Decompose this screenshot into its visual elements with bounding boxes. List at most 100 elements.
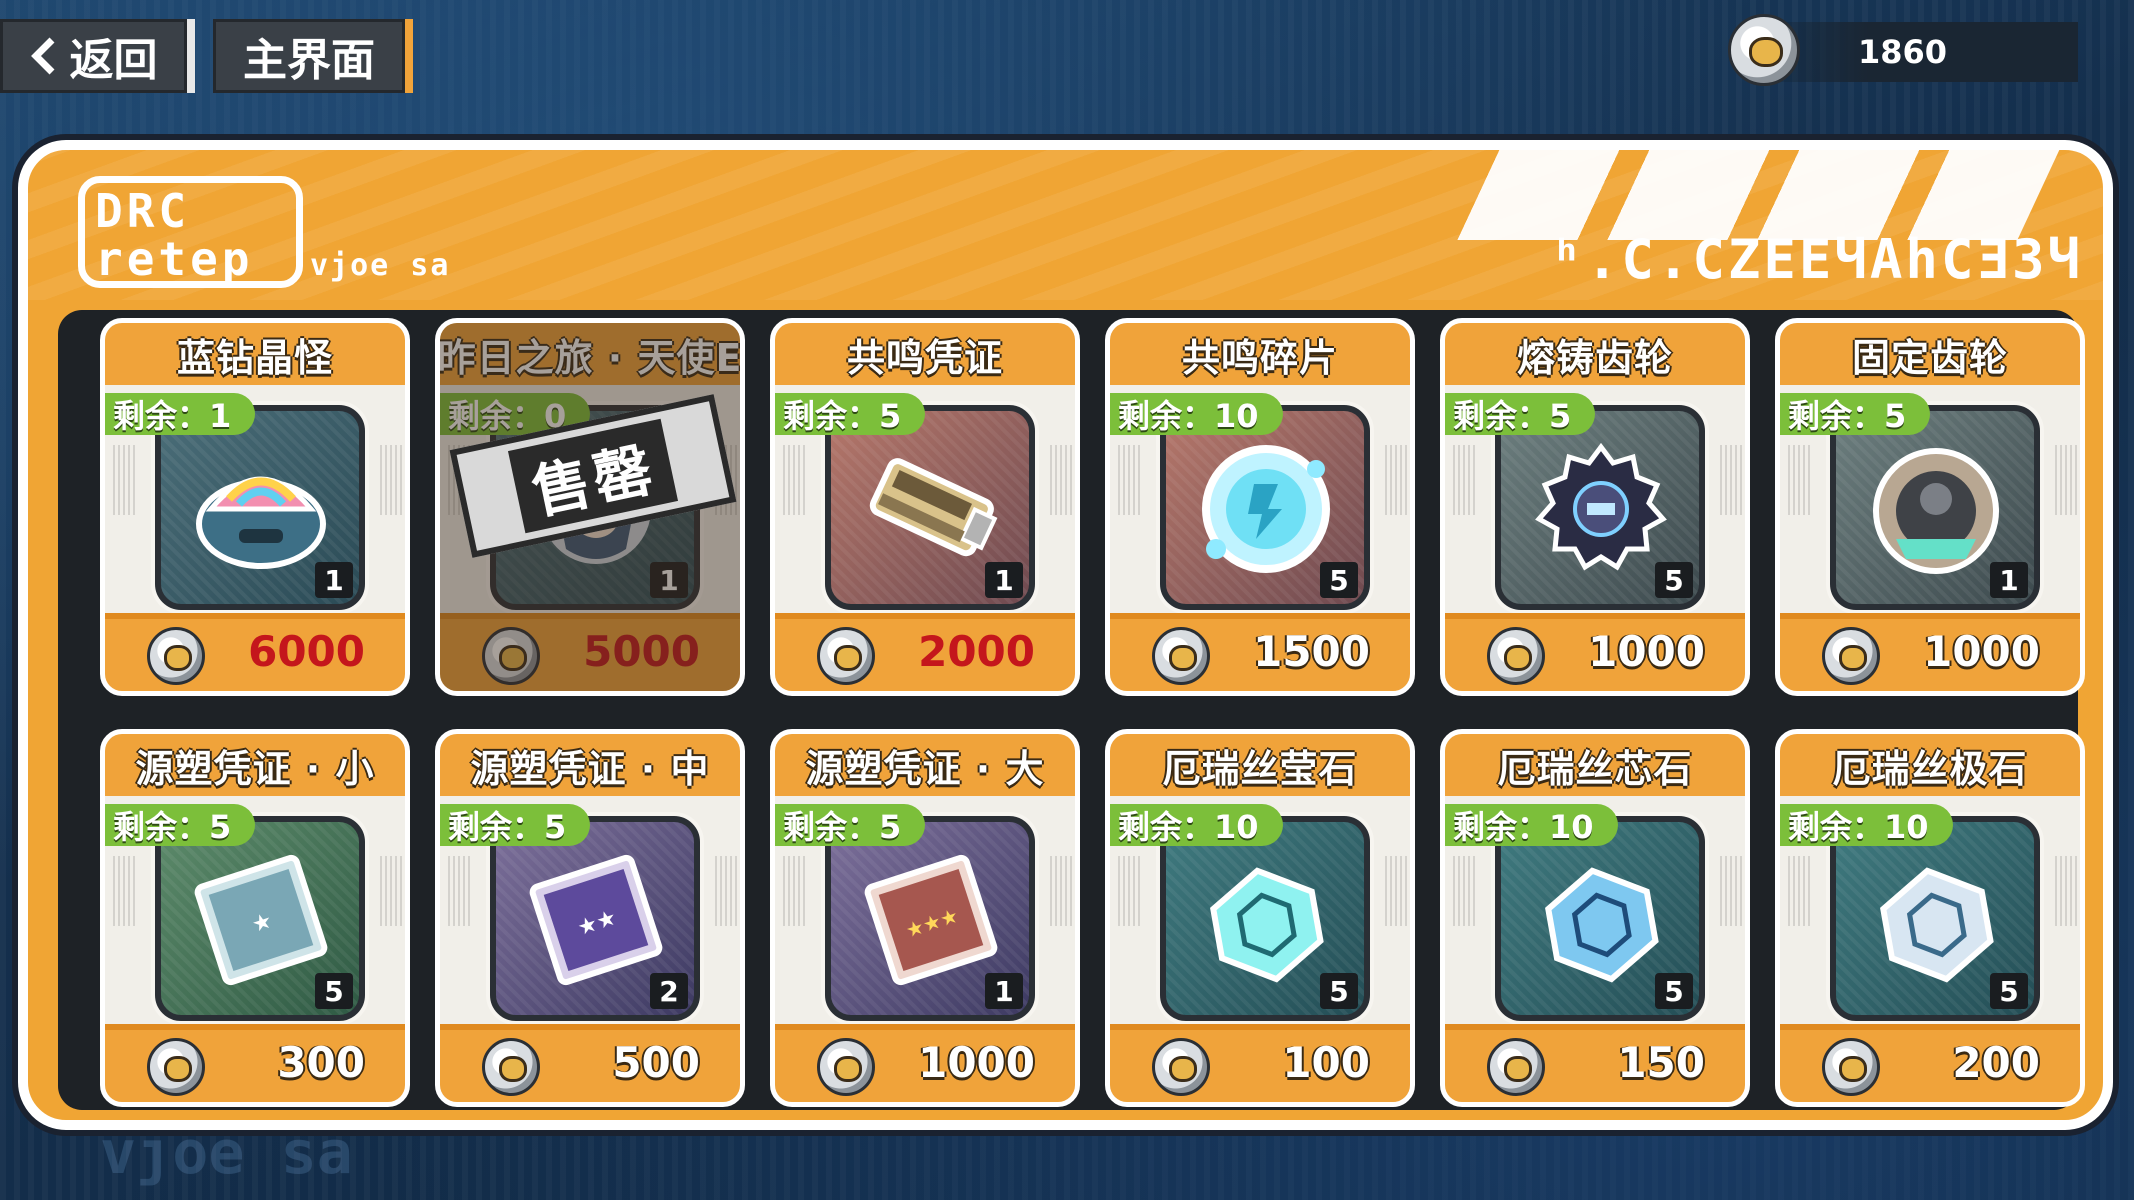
coin-icon: [1152, 627, 1210, 685]
price-bar: 500: [440, 1024, 740, 1102]
item-price: 2000: [918, 627, 1035, 676]
item-name: 厄瑞丝极石: [1780, 734, 2080, 796]
coin-icon: [1822, 627, 1880, 685]
item-name: 共鸣碎片: [1110, 323, 1410, 385]
item-price: 500: [612, 1038, 700, 1087]
item-price: 150: [1617, 1038, 1705, 1087]
item-price: 6000: [248, 627, 365, 676]
item-body: 剩余：1 1: [105, 385, 405, 615]
coin-icon: [1152, 1038, 1210, 1096]
shop-item-card[interactable]: 固定齿轮 剩余：5 1 1000: [1775, 318, 2085, 696]
item-body: 剩余：10 5: [1780, 796, 2080, 1026]
shop-item-card[interactable]: 源塑凭证 · 中 剩余：5 ★★ 2 500: [435, 729, 745, 1107]
coin-icon: [817, 1038, 875, 1096]
shop-item-card[interactable]: 熔铸齿轮 剩余：5 5 1000: [1440, 318, 1750, 696]
item-name: 厄瑞丝莹石: [1110, 734, 1410, 796]
stock-remaining-badge: 剩余：10: [1110, 393, 1283, 435]
home-button-label: 主界面: [243, 35, 375, 86]
price-bar: 300: [105, 1024, 405, 1102]
item-name: 共鸣凭证: [775, 323, 1075, 385]
stock-remaining-badge: 剩余：10: [1780, 804, 1953, 846]
logo-text-2: retep: [95, 232, 254, 286]
item-grid-area: 蓝钻晶怪 剩余：1 1 6000 昨日之旅 · 天使E 剩余：0 1 5000 …: [58, 310, 2085, 1110]
item-price: 1500: [1253, 627, 1370, 676]
price-bar: 1000: [1445, 613, 1745, 691]
item-name: 源塑凭证 · 大: [775, 734, 1075, 796]
item-body: 剩余：10 5: [1110, 796, 1410, 1026]
logo-text-1: DRC: [95, 184, 191, 238]
item-body: 剩余：5 1: [1780, 385, 2080, 615]
stock-remaining-badge: 剩余：10: [1110, 804, 1283, 846]
stock-remaining-badge: 剩余：5: [440, 804, 591, 846]
home-button[interactable]: 主界面: [213, 19, 413, 93]
item-quantity: 1: [985, 973, 1023, 1009]
coin-icon: [1487, 1038, 1545, 1096]
shop-item-card[interactable]: 厄瑞丝莹石 剩余：10 5 100: [1105, 729, 1415, 1107]
item-body: 剩余：5 ★★ 2: [440, 796, 740, 1026]
shop-item-card: 昨日之旅 · 天使E 剩余：0 1 5000 售罄: [435, 318, 745, 696]
item-quantity: 5: [1320, 973, 1358, 1009]
item-body: 剩余：5 5: [1445, 385, 1745, 615]
shop-item-card[interactable]: 厄瑞丝极石 剩余：10 5 200: [1775, 729, 2085, 1107]
price-bar: 200: [1780, 1024, 2080, 1102]
coin-icon: [817, 627, 875, 685]
sold-out-label: 售罄: [507, 418, 679, 534]
price-bar: 100: [1110, 1024, 1410, 1102]
shop-item-card[interactable]: 蓝钻晶怪 剩余：1 1 6000: [100, 318, 410, 696]
item-price: 1000: [1923, 627, 2040, 676]
stock-remaining-badge: 剩余：5: [775, 804, 926, 846]
item-body: 剩余：5 ★ 5: [105, 796, 405, 1026]
item-body: 剩余：5 1: [775, 385, 1075, 615]
item-body: 剩余：10 5: [1445, 796, 1745, 1026]
shop-item-card[interactable]: 厄瑞丝芯石 剩余：10 5 150: [1440, 729, 1750, 1107]
shop-panel: DRC retep vjoe sa ʰ.C.CZEEЧAhCƎЗЧ 蓝钻晶怪 剩…: [18, 140, 2113, 1130]
stock-remaining-badge: 剩余：1: [105, 393, 256, 435]
item-quantity: 1: [315, 562, 353, 598]
coin-icon: [1487, 627, 1545, 685]
item-name: 蓝钻晶怪: [105, 323, 405, 385]
shop-item-card[interactable]: 源塑凭证 · 小 剩余：5 ★ 5 300: [100, 729, 410, 1107]
price-bar: 150: [1445, 1024, 1745, 1102]
item-price: 300: [277, 1038, 365, 1087]
price-bar: 6000: [105, 613, 405, 691]
coin-icon: [1822, 1038, 1880, 1096]
stock-remaining-badge: 剩余：5: [105, 804, 256, 846]
stock-remaining-badge: 剩余：5: [1445, 393, 1596, 435]
price-bar: 1500: [1110, 613, 1410, 691]
shop-item-card[interactable]: 共鸣凭证 剩余：5 1 2000: [770, 318, 1080, 696]
stock-remaining-badge: 剩余：5: [775, 393, 926, 435]
panel-band-decoration: [1457, 150, 2069, 240]
item-quantity: 1: [985, 562, 1023, 598]
logo-subtitle: vjoe sa: [310, 248, 451, 283]
item-grid: 蓝钻晶怪 剩余：1 1 6000 昨日之旅 · 天使E 剩余：0 1 5000 …: [100, 318, 2085, 1107]
item-quantity: 5: [1320, 562, 1358, 598]
item-price: 1000: [1588, 627, 1705, 676]
coin-icon: [1728, 14, 1800, 86]
price-bar: 1000: [1780, 613, 2080, 691]
top-navigation: 返回 主界面: [0, 16, 413, 96]
item-body: 剩余：10 5: [1110, 385, 1410, 615]
item-quantity: 5: [315, 973, 353, 1009]
price-bar: 1000: [775, 1024, 1075, 1102]
item-name: 熔铸齿轮: [1445, 323, 1745, 385]
price-bar: 2000: [775, 613, 1075, 691]
currency-display: 1860: [1728, 14, 2078, 86]
back-button-label: 返回: [69, 35, 158, 86]
item-name: 厄瑞丝芯石: [1445, 734, 1745, 796]
shop-item-card[interactable]: 源塑凭证 · 大 剩余：5 ★★★ 1 1000: [770, 729, 1080, 1107]
panel-deco-text: ʰ.C.CZEEЧAhCƎЗЧ: [1550, 228, 2083, 291]
item-quantity: 2: [650, 973, 688, 1009]
item-quantity: 5: [1990, 973, 2028, 1009]
item-name: 固定齿轮: [1780, 323, 2080, 385]
item-quantity: 5: [1655, 562, 1693, 598]
stock-remaining-badge: 剩余：10: [1445, 804, 1618, 846]
item-price: 100: [1282, 1038, 1370, 1087]
item-name: 源塑凭证 · 中: [440, 734, 740, 796]
coin-icon: [147, 1038, 205, 1096]
chevron-left-icon: [30, 37, 54, 75]
shop-item-card[interactable]: 共鸣碎片 剩余：10 5 1500: [1105, 318, 1415, 696]
back-button[interactable]: 返回: [0, 19, 195, 93]
item-name: 源塑凭证 · 小: [105, 734, 405, 796]
coin-icon: [482, 1038, 540, 1096]
coin-icon: [147, 627, 205, 685]
